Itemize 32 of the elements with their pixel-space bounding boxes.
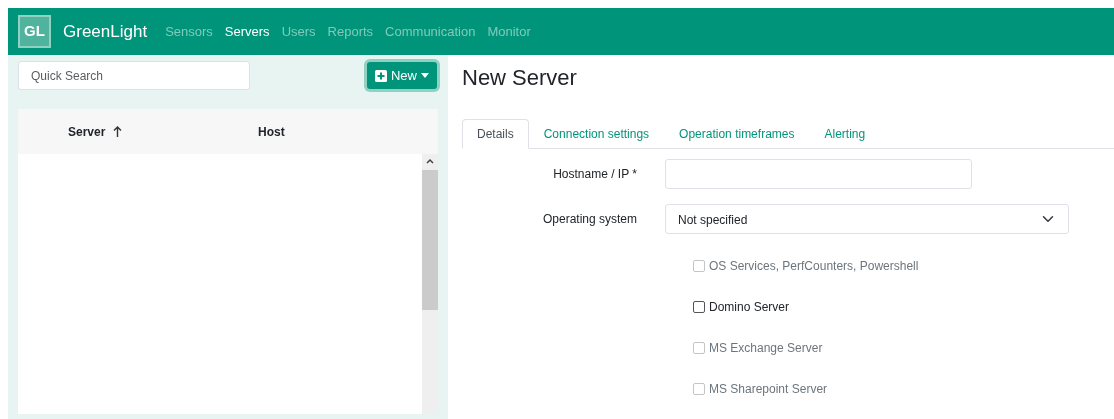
search-field[interactable]: Quick Search (18, 61, 250, 90)
scroll-up-icon[interactable] (426, 158, 434, 164)
os-dropdown[interactable]: Not specified (665, 204, 1069, 235)
checkbox-label[interactable]: Domino Server (709, 297, 790, 316)
hostname-field[interactable] (665, 159, 972, 190)
tab[interactable]: Operation timeframes (664, 119, 810, 150)
nav-link[interactable]: Servers (224, 21, 270, 42)
scrollbar-thumb[interactable] (422, 170, 438, 310)
checkbox-label: MS Sharepoint Server (709, 380, 828, 398)
checkbox-label: MS Exchange Server (709, 339, 823, 357)
tab[interactable]: Alerting (809, 119, 881, 150)
new-button[interactable]: New (367, 61, 437, 90)
checkbox[interactable] (693, 300, 705, 313)
checkbox-label: OS Services, PerfCounters, Powershell (709, 257, 919, 275)
tab[interactable]: Details (462, 119, 529, 150)
nav-link[interactable]: Reports (327, 21, 374, 42)
nav-link[interactable]: Users (281, 21, 316, 42)
field-label: Hostname / IP * (552, 166, 638, 184)
sort-arrow-icon[interactable] (113, 126, 123, 137)
tab[interactable]: Connection settings (528, 119, 665, 150)
column-header[interactable]: Host (258, 122, 285, 141)
field-label: Operating system (541, 211, 638, 229)
page-title: New Server (462, 65, 578, 92)
caret-icon (421, 73, 429, 78)
plus-square-icon (375, 69, 387, 82)
nav-link[interactable]: Communication (385, 21, 476, 42)
logo-icon: GL (18, 15, 51, 48)
nav-link[interactable]: Monitor (487, 21, 531, 42)
column-header[interactable]: Server (68, 122, 106, 141)
nav-link[interactable]: Sensors (165, 21, 213, 42)
brand-name[interactable]: GreenLight (63, 18, 148, 45)
scrollbar[interactable] (422, 154, 438, 414)
